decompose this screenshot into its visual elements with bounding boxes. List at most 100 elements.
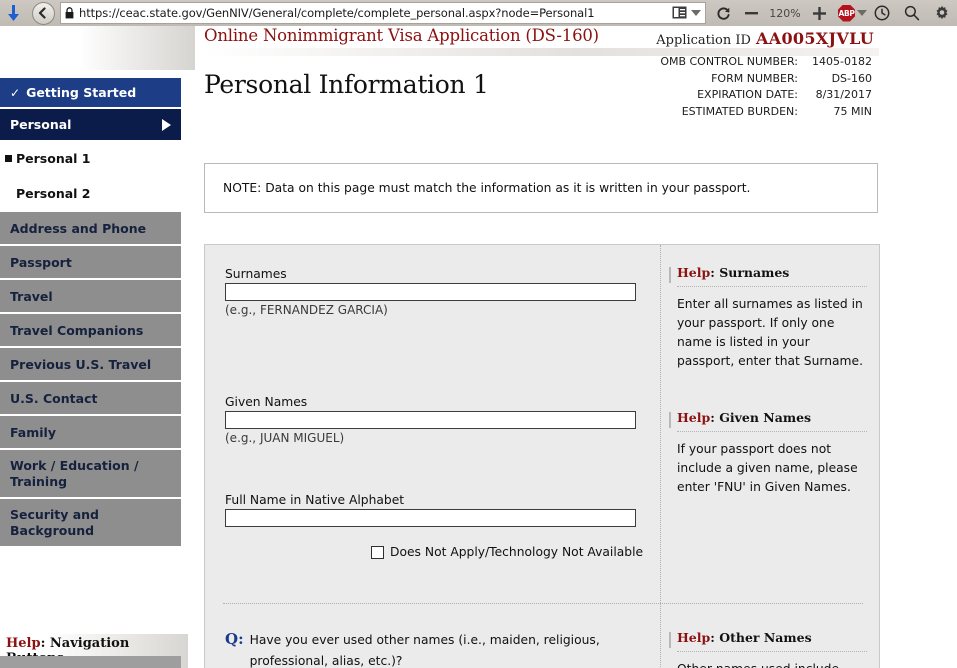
sidebar-item-work-education-training[interactable]: Work / Education / Training — [0, 450, 181, 497]
metadata-key: OMB CONTROL NUMBER: — [660, 55, 798, 68]
padlock-icon — [65, 4, 74, 23]
surnames-hint: (e.g., FERNANDEZ GARCIA) — [225, 303, 388, 317]
help-word-label: Help — [677, 410, 711, 425]
metadata-row: FORM NUMBER: DS-160 — [660, 71, 872, 88]
native-alphabet-field-group: Full Name in Native Alphabet — [225, 493, 636, 527]
sidebar-item-passport[interactable]: Passport — [0, 246, 181, 278]
note-box: NOTE: Data on this page must match the i… — [204, 163, 878, 213]
zoom-level-label: 120% — [769, 6, 801, 20]
section-divider — [223, 603, 863, 604]
browser-window: https://ceac.state.gov/GenNIV/General/co… — [0, 0, 957, 668]
help-body-text: Other names used include your maiden — [677, 660, 867, 668]
does-not-apply-label: Does Not Apply/Technology Not Available — [390, 545, 644, 559]
does-not-apply-checkbox-row[interactable]: Does Not Apply/Technology Not Available — [371, 545, 643, 559]
sidebar-item-personal[interactable]: Personal — [0, 109, 181, 140]
sidebar-item-us-contact[interactable]: U.S. Contact — [0, 382, 181, 414]
sidebar-item-label: Previous U.S. Travel — [10, 356, 152, 372]
settings-button[interactable] — [927, 1, 957, 25]
sidebar-item-label: Personal 2 — [16, 186, 91, 201]
native-alphabet-input[interactable] — [225, 509, 636, 527]
help-topic-label: : Surnames — [710, 265, 790, 280]
sidebar-item-getting-started[interactable]: ✓ Getting Started — [0, 78, 181, 107]
application-id-label: Application ID — [656, 33, 751, 48]
sidebar-nav: ✓ Getting Started Personal Personal 1 Pe… — [0, 78, 181, 548]
address-bar[interactable]: https://ceac.state.gov/GenNIV/General/co… — [60, 2, 706, 24]
chevron-down-icon[interactable] — [857, 10, 867, 16]
does-not-apply-checkbox[interactable] — [371, 545, 384, 559]
sidebar-item-label: Travel Companions — [10, 322, 144, 338]
help-accent-bar — [669, 632, 671, 648]
help-surnames: Help: Surnames Enter all surnames as lis… — [669, 265, 867, 371]
metadata-row: EXPIRATION DATE: 8/31/2017 — [660, 87, 872, 104]
note-text: NOTE: Data on this page must match the i… — [223, 181, 751, 195]
application-id: Application ID AA005XJVLU — [656, 29, 874, 48]
check-icon: ✓ — [10, 85, 21, 100]
site-title: Online Nonimmigrant Visa Application (DS… — [204, 26, 599, 45]
surnames-input[interactable] — [225, 283, 636, 301]
adblock-button[interactable]: ABP — [838, 4, 867, 22]
help-divider — [677, 286, 867, 287]
back-button[interactable] — [28, 1, 58, 25]
help-accent-bar — [669, 412, 671, 428]
sidebar-item-personal-2[interactable]: Personal 2 — [0, 177, 181, 210]
help-word-label: Help — [677, 265, 711, 280]
reload-icon — [716, 6, 730, 20]
sidebar-item-label: Security and Background — [10, 506, 99, 538]
sidebar-item-travel-companions[interactable]: Travel Companions — [0, 314, 181, 346]
search-icon — [904, 5, 920, 21]
help-body-text: If your passport does not include a give… — [677, 442, 858, 494]
metadata-row: OMB CONTROL NUMBER: 1405-0182 — [660, 54, 872, 71]
chevron-right-icon — [162, 118, 171, 131]
help-divider — [677, 651, 867, 652]
form-metadata: OMB CONTROL NUMBER: 1405-0182 FORM NUMBE… — [660, 54, 872, 120]
help-topic-label: : Other Names — [710, 630, 812, 645]
sidebar-item-label: Getting Started — [26, 85, 137, 100]
sidebar-item-label: U.S. Contact — [10, 390, 98, 406]
sidebar-item-family[interactable]: Family — [0, 416, 181, 448]
native-alphabet-label: Full Name in Native Alphabet — [225, 493, 405, 507]
sidebar-item-label: Address and Phone — [10, 220, 147, 236]
browser-toolbar: https://ceac.state.gov/GenNIV/General/co… — [0, 0, 957, 27]
url-text: https://ceac.state.gov/GenNIV/General/co… — [79, 6, 595, 20]
panel-vertical-divider — [660, 245, 662, 668]
given-names-field-group: Given Names (e.g., JUAN MIGUEL) — [225, 395, 636, 445]
zoom-in-button[interactable] — [806, 1, 832, 25]
metadata-key: FORM NUMBER: — [711, 71, 798, 85]
help-accent-bar — [669, 267, 671, 283]
search-button[interactable] — [897, 1, 927, 25]
history-button[interactable] — [867, 1, 897, 25]
metadata-key: EXPIRATION DATE: — [697, 88, 798, 101]
sidebar-item-label: Personal 1 — [16, 151, 91, 166]
sidebar-item-label: Travel — [10, 288, 53, 304]
sidebar-item-personal-1[interactable]: Personal 1 — [0, 142, 181, 175]
question-text: Have you ever used other names (i.e., ma… — [249, 633, 600, 668]
sidebar-item-previous-us-travel[interactable]: Previous U.S. Travel — [0, 348, 181, 380]
sidebar-item-travel[interactable]: Travel — [0, 280, 181, 312]
help-other-names: Help: Other Names Other names used inclu… — [669, 630, 867, 668]
zoom-out-button[interactable] — [738, 1, 764, 25]
chevron-down-icon[interactable] — [691, 10, 701, 16]
given-names-hint: (e.g., JUAN MIGUEL) — [225, 431, 345, 445]
main-content: Online Nonimmigrant Visa Application (DS… — [195, 26, 957, 668]
help-given-names: Help: Given Names If your passport does … — [669, 410, 867, 497]
metadata-value: 75 MIN — [833, 104, 872, 118]
help-word-label: Help — [6, 636, 41, 651]
given-names-label: Given Names — [225, 395, 308, 409]
metadata-value: DS-160 — [831, 71, 872, 85]
back-arrow-icon — [31, 1, 55, 25]
download-arrow-icon[interactable] — [0, 0, 26, 26]
help-word-label: Help — [677, 630, 711, 645]
sidebar-item-label: Personal — [10, 117, 72, 132]
reload-button[interactable] — [708, 6, 738, 21]
page-scroll-indicator[interactable] — [0, 656, 181, 668]
reader-view-icon[interactable] — [672, 4, 687, 23]
sidebar-item-label: Passport — [10, 254, 72, 270]
help-body-text: Enter all surnames as listed in your pas… — [677, 297, 863, 368]
given-names-input[interactable] — [225, 411, 636, 429]
gear-icon — [936, 5, 948, 20]
sidebar-banner — [0, 26, 195, 70]
sidebar: ✓ Getting Started Personal Personal 1 Pe… — [0, 26, 195, 668]
metadata-row: ESTIMATED BURDEN: 75 MIN — [660, 104, 872, 121]
sidebar-item-security-and-background[interactable]: Security and Background — [0, 499, 181, 546]
sidebar-item-address-and-phone[interactable]: Address and Phone — [0, 212, 181, 244]
